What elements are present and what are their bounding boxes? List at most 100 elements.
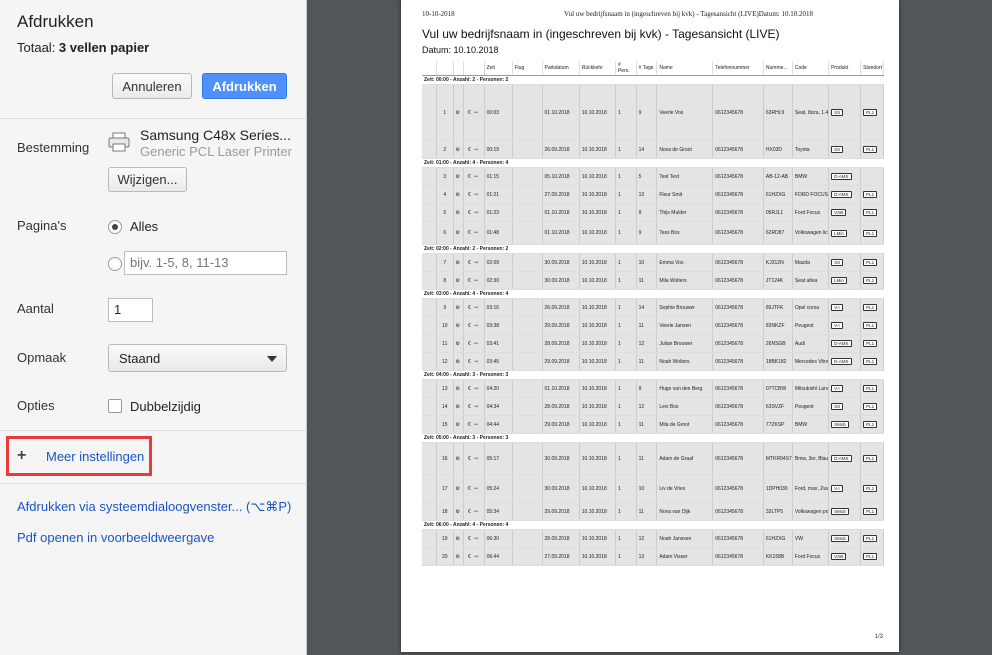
payment-icon[interactable]: € ⇨: [468, 147, 479, 153]
settings-icon[interactable]: ⚙: [456, 174, 461, 180]
system-dialog-link[interactable]: Afdrukken via systeemdialoogvenster... (…: [17, 499, 291, 515]
table-row[interactable]: 10 ⚙ € ⇨ 03:38 29.09.2018 10.10.2018 1 11 Veerle…: [422, 316, 884, 335]
payment-icon[interactable]: € ⇨: [468, 305, 479, 311]
table-row[interactable]: 13 ⚙ € ⇨ 04:20 01.10.2018 10.10.2018 1 9 Hugo va…: [422, 379, 884, 398]
table-row[interactable]: 8 ⚙ € ⇨ 02:30 30.09.2018 10.10.2018 1 11 Mila Wo…: [422, 271, 884, 290]
settings-icon[interactable]: ⚙: [456, 486, 461, 492]
cell-return-date: 10.10.2018: [579, 316, 616, 335]
settings-icon[interactable]: ⚙: [456, 554, 461, 560]
table-row[interactable]: 18 ⚙ € ⇨ 05:34 29.09.2018 10.10.2018 1 11 Nova v…: [422, 502, 884, 521]
row-number: 3: [436, 167, 454, 186]
cell-phone: 0612345678: [712, 415, 764, 434]
cancel-button[interactable]: Annuleren: [112, 73, 192, 99]
settings-icon[interactable]: ⚙: [456, 147, 461, 153]
payment-icon[interactable]: € ⇨: [468, 404, 479, 410]
cell-park-date: 29.09.2018: [542, 502, 580, 521]
settings-icon[interactable]: ⚙: [456, 110, 461, 116]
payment-icon[interactable]: € ⇨: [468, 192, 479, 198]
table-row[interactable]: 14 ⚙ € ⇨ 04:34 28.09.2018 10.10.2018 1 12 Levi B…: [422, 397, 884, 416]
settings-icon[interactable]: ⚙: [456, 456, 461, 462]
settings-icon[interactable]: ⚙: [456, 422, 461, 428]
settings-icon[interactable]: ⚙: [456, 278, 461, 284]
settings-icon[interactable]: ⚙: [456, 386, 461, 392]
cell-empty: [422, 84, 438, 141]
payment-icon[interactable]: € ⇨: [468, 323, 479, 329]
payment-icon[interactable]: € ⇨: [468, 174, 479, 180]
payment-icon[interactable]: € ⇨: [468, 422, 479, 428]
table-row[interactable]: 15 ⚙ € ⇨ 04:44 29.09.2018 10.10.2018 1 11 Mila d…: [422, 415, 884, 434]
cell-phone: 0612345678: [712, 253, 764, 272]
cell-product: VSB: [828, 547, 862, 566]
cell-location-tag: PL1: [863, 385, 878, 392]
cell-time: 03:38: [484, 316, 513, 335]
table-row[interactable]: 9 ⚙ € ⇨ 03:16 26.09.2018 10.10.2018 1 14 Sophie …: [422, 298, 884, 317]
payment-icon[interactable]: € ⇨: [468, 260, 479, 266]
change-destination-button[interactable]: Wijzigen...: [108, 167, 187, 192]
more-settings-link[interactable]: Meer instellingen: [46, 449, 144, 464]
payment-icon[interactable]: € ⇨: [468, 486, 479, 492]
settings-icon[interactable]: ⚙: [456, 536, 461, 542]
settings-icon[interactable]: ⚙: [456, 305, 461, 311]
cell-flight: [512, 185, 543, 204]
payment-icon[interactable]: € ⇨: [468, 359, 479, 365]
table-row[interactable]: 17 ⚙ € ⇨ 05:24 30.09.2018 10.10.2018 1 10 Liv de…: [422, 474, 884, 503]
payment-icon[interactable]: € ⇨: [468, 554, 479, 560]
settings-icon[interactable]: ⚙: [456, 260, 461, 266]
table-row[interactable]: 6 ⚙ € ⇨ 01:48 01.10.2018 10.10.2018 1 9 Tess Bos…: [422, 221, 884, 245]
layout-select[interactable]: Staand: [108, 344, 287, 372]
settings-icon[interactable]: ⚙: [456, 341, 461, 347]
table-row[interactable]: 11 ⚙ € ⇨ 03:41 28.09.2018 10.10.2018 1 12 Julian…: [422, 334, 884, 353]
pages-range-input[interactable]: bijv. 1-5, 8, 11-13: [124, 251, 287, 275]
table-row[interactable]: 12 ⚙ € ⇨ 03:45 29.09.2018 10.10.2018 1 11 Noah W…: [422, 352, 884, 371]
cell-persons: 1: [615, 203, 637, 222]
pages-all-radio[interactable]: [108, 220, 122, 234]
payment-icon: € ⇨: [463, 352, 485, 371]
cell-product: VSB: [828, 203, 862, 222]
table-row[interactable]: 5 ⚙ € ⇨ 01:23 01.10.2018 10.10.2018 1 9 Thijs Mu…: [422, 203, 884, 222]
settings-icon: ⚙: [453, 298, 464, 317]
table-row[interactable]: 2 ⚙ € ⇨ 00:19 26.09.2018 10.10.2018 1 14 Nova de…: [422, 140, 884, 159]
payment-icon[interactable]: € ⇨: [468, 230, 479, 236]
open-pdf-link[interactable]: Pdf openen in voorbeeldweergave: [17, 530, 214, 545]
settings-icon[interactable]: ⚙: [456, 323, 461, 329]
duplex-checkbox[interactable]: [108, 399, 122, 413]
pages-range-radio[interactable]: [108, 257, 122, 271]
table-row[interactable]: 7 ⚙ € ⇨ 02:09 30.09.2018 10.10.2018 1 10 Emma Vo…: [422, 253, 884, 272]
settings-icon[interactable]: ⚙: [456, 404, 461, 410]
cell-days: 12: [636, 397, 658, 416]
payment-icon[interactable]: € ⇨: [468, 456, 479, 462]
settings-icon[interactable]: ⚙: [456, 210, 461, 216]
payment-icon[interactable]: € ⇨: [468, 386, 479, 392]
table-row[interactable]: 16 ⚙ € ⇨ 05:17 30.09.2018 10.10.2018 1 11 Adam d…: [422, 442, 884, 475]
cell-flight: [512, 298, 543, 317]
table-row[interactable]: 3 ⚙ € ⇨ 01:15 05.10.2018 10.10.2018 1 5 Test Tes…: [422, 167, 884, 186]
settings-icon[interactable]: ⚙: [456, 230, 461, 236]
settings-icon[interactable]: ⚙: [456, 192, 461, 198]
payment-icon[interactable]: € ⇨: [468, 110, 479, 116]
table-row[interactable]: 19 ⚙ € ⇨ 06:30 28.09.2018 10.10.2018 1 12 Noah J…: [422, 529, 884, 548]
settings-icon[interactable]: ⚙: [456, 359, 461, 365]
payment-icon[interactable]: € ⇨: [468, 210, 479, 216]
cell-location-tag: PL1: [863, 146, 878, 153]
table-row[interactable]: 4 ⚙ € ⇨ 01:21 27.09.2018 10.10.2018 1 13 Fleur S…: [422, 185, 884, 204]
payment-icon[interactable]: € ⇨: [468, 278, 479, 284]
cell-product: SS: [828, 253, 862, 272]
cell-name: Julian Brouwer: [656, 334, 714, 353]
cell-location: PL1: [860, 203, 884, 222]
settings-icon[interactable]: ⚙: [456, 509, 461, 515]
cell-product: SMob: [828, 502, 862, 521]
column-header: # Pers.: [615, 61, 637, 76]
table-row[interactable]: 1 ⚙ € ⇨ 00:03 01.10.2018 10.10.2018 1 9 Veerle V…: [422, 84, 884, 141]
payment-icon[interactable]: € ⇨: [468, 341, 479, 347]
plus-icon[interactable]: +: [17, 447, 26, 465]
cell-product-tag: LMin: [831, 277, 847, 284]
options-label: Opties: [17, 398, 55, 413]
cell-flight: [512, 502, 543, 521]
cell-return-date: 10.10.2018: [579, 442, 616, 475]
copies-input[interactable]: 1: [108, 298, 153, 322]
column-header: Code: [792, 61, 830, 76]
payment-icon[interactable]: € ⇨: [468, 536, 479, 542]
print-button[interactable]: Afdrukken: [202, 73, 287, 99]
table-row[interactable]: 20 ⚙ € ⇨ 06:44 27.09.2018 10.10.2018 1 13 Adam V…: [422, 547, 884, 566]
payment-icon[interactable]: € ⇨: [468, 509, 479, 515]
